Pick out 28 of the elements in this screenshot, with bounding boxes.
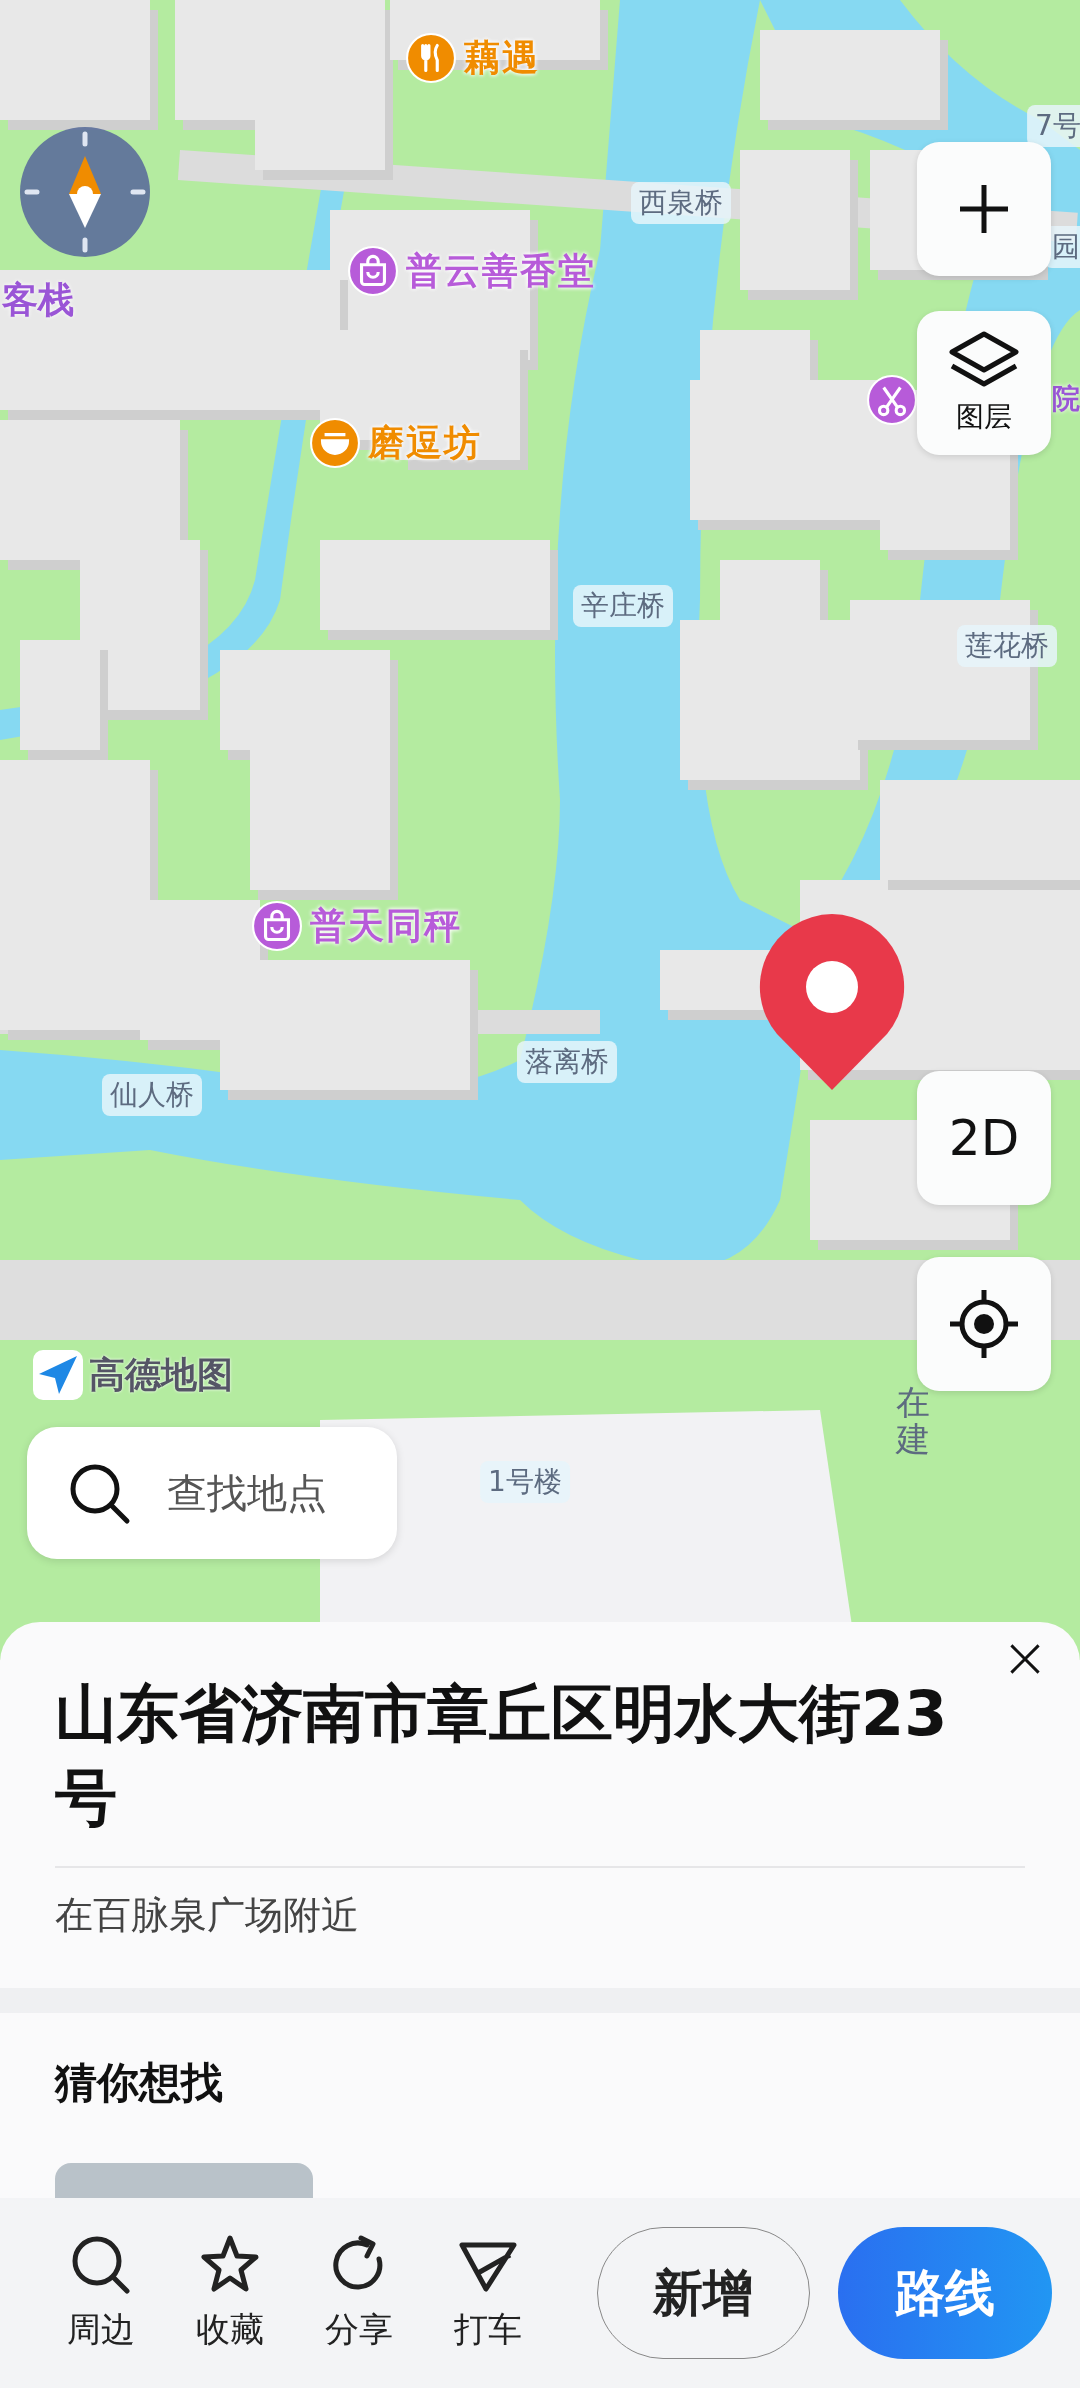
zoom-in-button[interactable] <box>917 142 1051 276</box>
map-label: 莲花桥 <box>957 625 1057 667</box>
action-button[interactable]: 周边 <box>36 2233 166 2353</box>
map-label: 7号 <box>1027 105 1080 147</box>
map-label: 在建 <box>896 1384 930 1459</box>
layers-button[interactable]: 图层 <box>917 311 1051 455</box>
map-label: 仙人桥 <box>102 1074 202 1116</box>
paper-plane-icon <box>33 1350 83 1400</box>
add-button[interactable]: 新增 <box>596 2227 811 2359</box>
address-title: 山东省济南市章丘区明水大街23号 <box>55 1676 949 1836</box>
section-title: 猜你想找 <box>55 2057 224 2109</box>
location-pin-icon <box>757 912 907 1092</box>
map-label: 辛庄桥 <box>573 585 673 627</box>
map-label: 落离桥 <box>517 1041 617 1083</box>
search-field[interactable]: 查找地点 <box>27 1427 397 1559</box>
map-label: 西泉桥 <box>631 182 731 224</box>
action-button[interactable]: 分享 <box>294 2233 424 2353</box>
map-logo: 高德地图 <box>89 1352 233 1397</box>
action-button[interactable]: 收藏 <box>165 2233 295 2353</box>
action-button[interactable]: 打车 <box>423 2233 553 2353</box>
map-label: 1号楼 <box>480 1461 570 1503</box>
crosshair-icon <box>948 1288 1020 1360</box>
compass-icon[interactable] <box>19 126 151 258</box>
map-label: 院 <box>1052 381 1080 417</box>
map-label: 客栈 <box>2 277 74 322</box>
nearby-text: 在百脉泉广场附近 <box>55 1892 360 1939</box>
route-button[interactable]: 路线 <box>838 2227 1052 2359</box>
view-mode-button[interactable]: 2D <box>917 1071 1051 1205</box>
